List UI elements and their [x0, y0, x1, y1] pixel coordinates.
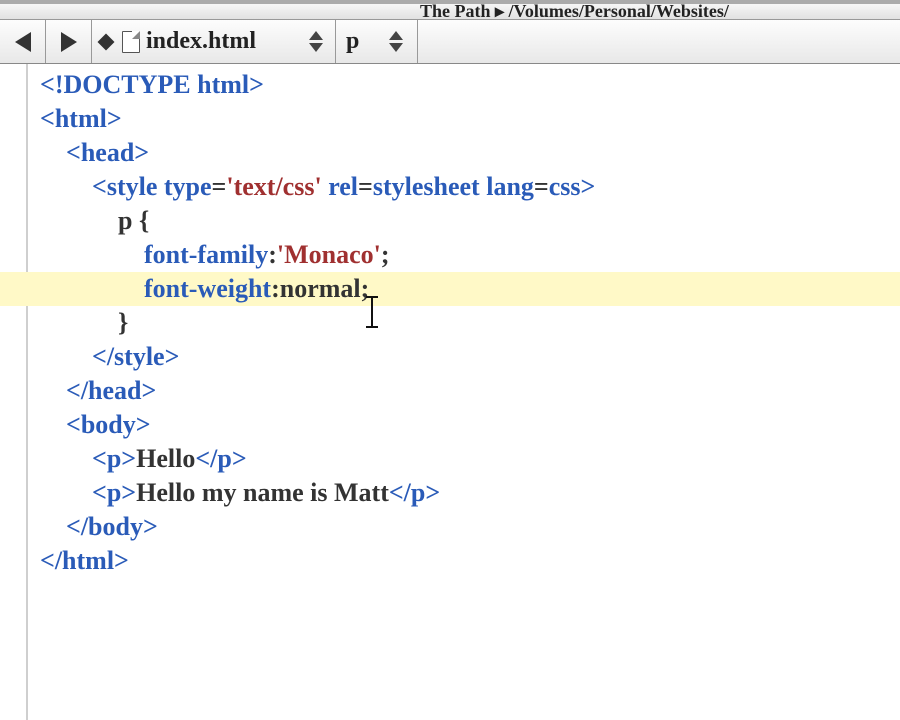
code-token: 'Monaco' — [277, 240, 381, 269]
code-token: Hello my name is Matt — [136, 478, 389, 507]
code-token: = — [212, 172, 227, 201]
stepper-icon — [309, 31, 327, 52]
symbol-dropdown[interactable]: p — [336, 20, 418, 63]
code-token: style — [107, 172, 158, 201]
code-token: type — [164, 172, 212, 201]
code-token: > — [136, 410, 151, 439]
code-token: font-weight — [144, 274, 271, 303]
code-line[interactable]: </head> — [0, 374, 900, 408]
code-token: < — [40, 104, 55, 133]
code-token: > — [121, 478, 136, 507]
code-token: css — [549, 172, 581, 201]
code-token: = — [534, 172, 549, 201]
code-token: > — [107, 104, 122, 133]
code-line[interactable]: </body> — [0, 510, 900, 544]
code-line[interactable]: <p>Hello my name is Matt</p> — [0, 476, 900, 510]
code-token: body — [81, 410, 136, 439]
path-text: The Path ▸ /Volumes/Personal/Websites/ — [420, 4, 729, 20]
code-token: p { — [118, 206, 149, 235]
code-token: <! — [40, 70, 63, 99]
code-token: > — [114, 546, 129, 575]
code-editor[interactable]: <!DOCTYPE html><html> <head> <style type… — [0, 64, 900, 720]
code-token: </ — [66, 512, 88, 541]
symbol-label: p — [346, 28, 389, 55]
code-token: > — [425, 478, 440, 507]
stepper-icon — [389, 31, 407, 52]
file-dropdown[interactable]: index.html — [92, 20, 336, 63]
code-line[interactable]: <!DOCTYPE html> — [0, 68, 900, 102]
file-name-label: index.html — [146, 28, 303, 55]
navigation-bar: index.html p — [0, 20, 900, 64]
code-token: stylesheet — [373, 172, 480, 201]
code-token: </ — [92, 342, 114, 371]
code-token: head — [88, 376, 141, 405]
code-token: p — [411, 478, 425, 507]
code-token: ; — [361, 274, 370, 303]
code-line[interactable]: <style type='text/css' rel=stylesheet la… — [0, 170, 900, 204]
nav-back-button[interactable] — [0, 20, 46, 63]
code-token: : — [271, 274, 280, 303]
chevron-left-icon — [15, 32, 31, 52]
code-line[interactable]: <body> — [0, 408, 900, 442]
code-token: > — [134, 138, 149, 167]
code-line[interactable]: <p>Hello</p> — [0, 442, 900, 476]
code-token: head — [81, 138, 134, 167]
code-token: > — [121, 444, 136, 473]
code-token: </ — [40, 546, 62, 575]
code-token: ; — [381, 240, 390, 269]
code-token: </ — [389, 478, 411, 507]
code-line[interactable]: <head> — [0, 136, 900, 170]
nav-forward-button[interactable] — [46, 20, 92, 63]
code-token: = — [358, 172, 373, 201]
code-token: > — [143, 512, 158, 541]
code-token: html — [55, 104, 107, 133]
code-line[interactable]: font-family:'Monaco'; — [0, 238, 900, 272]
code-token: html — [62, 546, 114, 575]
code-token: rel — [328, 172, 358, 201]
code-token: < — [66, 138, 81, 167]
code-token: p — [107, 444, 121, 473]
code-line[interactable]: </style> — [0, 340, 900, 374]
code-line[interactable]: } — [0, 306, 900, 340]
code-token: : — [268, 240, 277, 269]
code-token: p — [217, 444, 231, 473]
code-token: > — [232, 444, 247, 473]
code-line[interactable]: font-weight:normal; — [0, 272, 900, 306]
code-token: Hello — [136, 444, 195, 473]
code-token: lang — [486, 172, 534, 201]
code-token: </ — [195, 444, 217, 473]
code-token: } — [118, 308, 128, 337]
document-icon — [122, 31, 140, 53]
code-line[interactable]: <html> — [0, 102, 900, 136]
code-token: body — [88, 512, 143, 541]
code-line[interactable]: p { — [0, 204, 900, 238]
code-token: > — [249, 70, 264, 99]
code-token: font-family — [144, 240, 268, 269]
code-token: </ — [66, 376, 88, 405]
diamond-icon — [98, 33, 115, 50]
code-token: < — [66, 410, 81, 439]
code-token: < — [92, 172, 107, 201]
code-token: style — [114, 342, 165, 371]
code-token: normal — [280, 274, 361, 303]
code-token: < — [92, 478, 107, 507]
code-token: 'text/css' — [226, 172, 321, 201]
code-line[interactable]: </html> — [0, 544, 900, 578]
code-token: > — [165, 342, 180, 371]
path-bar: The Path ▸ /Volumes/Personal/Websites/ — [0, 4, 900, 20]
code-token: > — [581, 172, 596, 201]
code-token: DOCTYPE html — [63, 70, 249, 99]
code-token: < — [92, 444, 107, 473]
chevron-right-icon — [61, 32, 77, 52]
code-token: > — [142, 376, 157, 405]
code-token: p — [107, 478, 121, 507]
